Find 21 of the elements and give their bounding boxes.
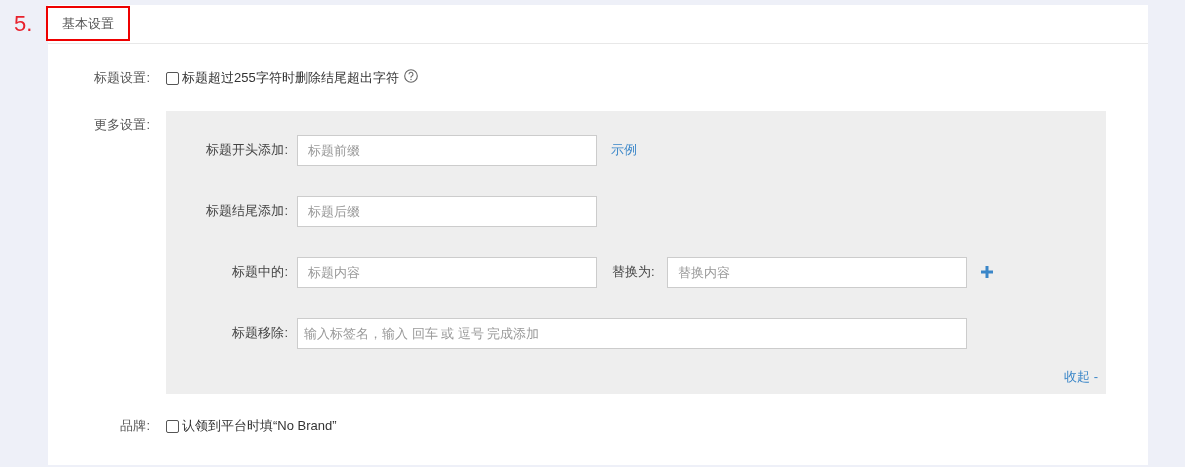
add-icon[interactable] [981,266,993,278]
checkbox[interactable]: 标题超过255字符时删除结尾超出字符 [166,69,399,87]
field-label: 更多设置: [93,116,150,134]
field-label: 标题中的: [231,263,289,281]
checkbox[interactable]: 认领到平台时填“No Brand” [166,417,337,435]
help-icon[interactable] [403,69,418,83]
field-label: 品牌: [119,417,150,435]
input-field[interactable]: 替换内容 [667,256,967,288]
section-title: 基本设置 [46,6,130,41]
example-link[interactable]: 示例 [611,141,637,159]
collapse-link[interactable]: 收起 - [1064,368,1098,386]
input-field[interactable]: 标题后缀 [297,195,597,227]
field-label: 标题结尾添加: [205,202,289,220]
field-label: 标题开头添加: [205,141,289,159]
step-number: 5. [13,10,34,35]
tag-input-field[interactable]: 输入标签名，输入 回车 或 逗号 完成添加 [297,317,967,349]
field-label: 标题移除: [231,324,289,342]
input-field[interactable]: 标题内容 [297,256,597,288]
input-field[interactable]: 标题前缀 [297,134,597,166]
field-label: 替换为: [612,263,656,281]
field-label: 标题设置: [93,69,150,87]
